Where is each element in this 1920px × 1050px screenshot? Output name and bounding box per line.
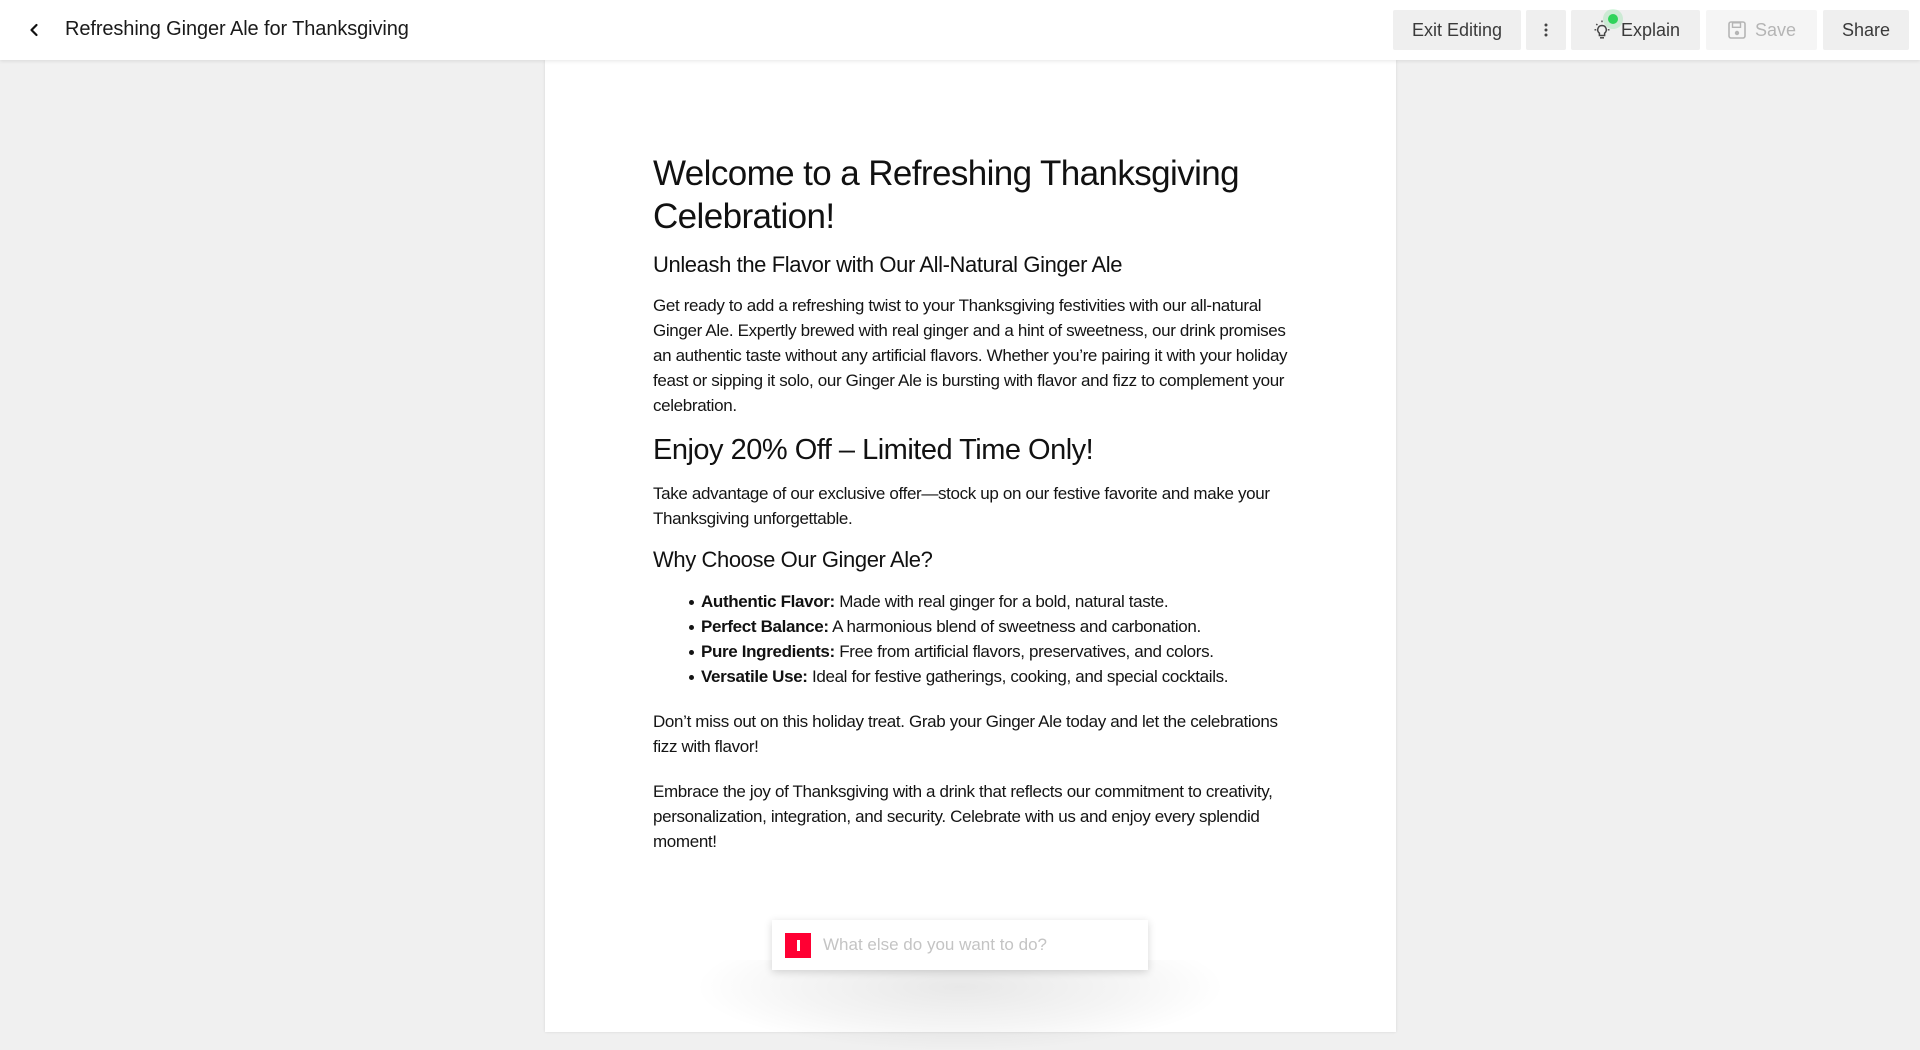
prompt-shadow	[700, 960, 1220, 1050]
feature-label: Authentic Flavor:	[701, 592, 835, 611]
notification-dot	[1607, 14, 1618, 24]
list-item: Perfect Balance: A harmonious blend of s…	[689, 614, 1293, 639]
feature-text: A harmonious blend of sweetness and carb…	[828, 617, 1201, 636]
exit-editing-label: Exit Editing	[1411, 19, 1503, 40]
document-page[interactable]: Welcome to a Refreshing Thanksgiving Cel…	[545, 60, 1396, 1032]
bullet	[689, 650, 694, 655]
share-button[interactable]: Share	[1823, 10, 1909, 50]
list-item: Pure Ingredients: Free from artificial f…	[689, 639, 1293, 664]
toolbar: Exit Editing Explain Save Share	[0, 10, 1920, 50]
prompt-bar	[772, 920, 1148, 970]
prompt-box	[772, 920, 1148, 970]
feature-label: Pure Ingredients:	[701, 642, 835, 661]
vertical-dots-icon	[1544, 23, 1548, 37]
save-label: Save	[1754, 19, 1797, 40]
main-heading: Welcome to a Refreshing Thanksgiving Cel…	[653, 154, 1240, 236]
brand-logo-icon	[785, 932, 811, 958]
document-content[interactable]: Welcome to a Refreshing Thanksgiving Cel…	[653, 152, 1293, 854]
floppy-disk-icon	[1728, 21, 1746, 39]
share-label: Share	[1841, 19, 1891, 40]
bullet	[689, 675, 694, 680]
features-list: Authentic Flavor: Made with real ginger …	[653, 589, 1293, 689]
more-options-button[interactable]	[1526, 10, 1566, 50]
list-item: Authentic Flavor: Made with real ginger …	[689, 589, 1293, 614]
top-bar: Refreshing Ginger Ale for Thanksgiving E…	[0, 0, 1920, 60]
exit-editing-button[interactable]: Exit Editing	[1393, 10, 1521, 50]
explain-button[interactable]: Explain	[1571, 10, 1700, 50]
offer-paragraph: Take advantage of our exclusive offer—st…	[653, 484, 1270, 528]
prompt-input[interactable]	[823, 935, 1123, 955]
intro-paragraph: Get ready to add a refreshing twist to y…	[653, 296, 1288, 415]
feature-text: Ideal for festive gatherings, cooking, a…	[807, 667, 1229, 686]
list-item: Versatile Use: Ideal for festive gatheri…	[689, 664, 1293, 689]
cta-paragraph: Don’t miss out on this holiday treat. Gr…	[653, 712, 1278, 756]
feature-label: Perfect Balance:	[701, 617, 829, 636]
why-heading: Why Choose Our Ginger Ale?	[653, 547, 933, 572]
closing-paragraph: Embrace the joy of Thanksgiving with a d…	[653, 782, 1273, 851]
offer-heading: Enjoy 20% Off – Limited Time Only!	[653, 434, 1094, 466]
explain-label: Explain	[1620, 19, 1681, 40]
feature-text: Made with real ginger for a bold, natura…	[834, 592, 1169, 611]
bullet	[689, 625, 694, 630]
save-button[interactable]: Save	[1706, 10, 1817, 50]
subheading: Unleash the Flavor with Our All-Natural …	[653, 252, 1123, 277]
feature-label: Versatile Use:	[701, 667, 808, 686]
feature-text: Free from artificial flavors, preservati…	[834, 642, 1214, 661]
bullet	[689, 600, 694, 605]
